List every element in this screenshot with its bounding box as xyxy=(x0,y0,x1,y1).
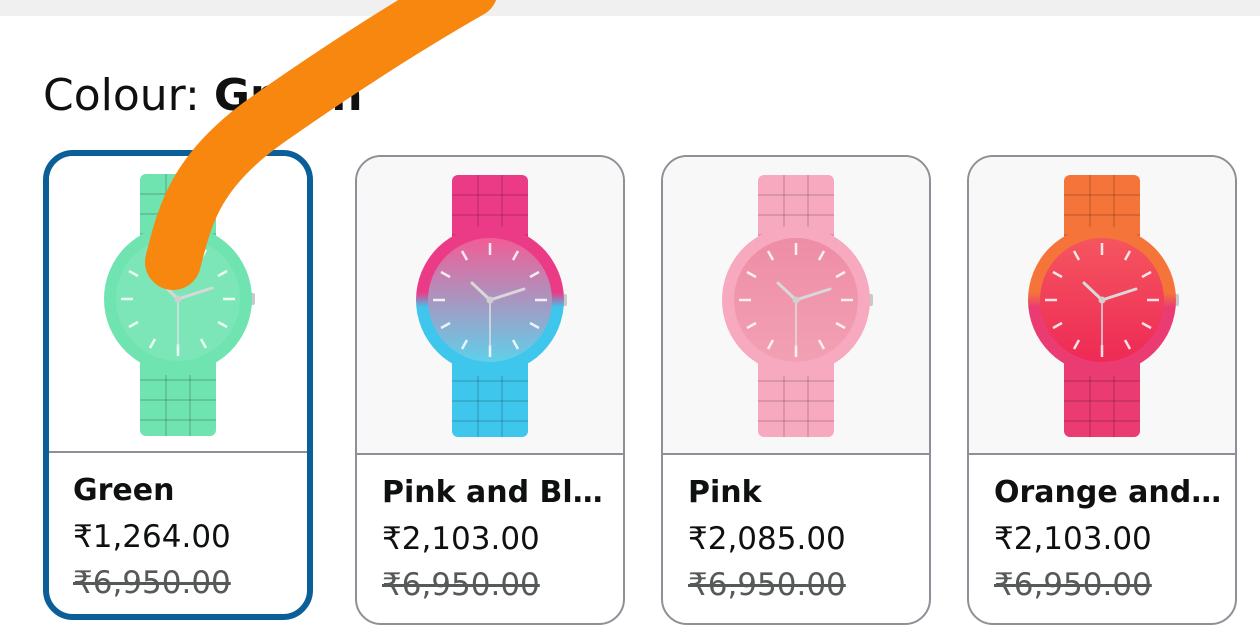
swatch-image-area xyxy=(663,157,929,455)
swatch-image-area xyxy=(969,157,1235,455)
colour-swatch-1[interactable]: Green ₹1,264.00 ₹6,950.00 xyxy=(43,150,313,620)
colour-swatch-3[interactable]: Pink ₹2,085.00 ₹6,950.00 xyxy=(661,155,931,625)
swatch-list-price: ₹6,950.00 xyxy=(382,567,540,603)
colour-swatch-2[interactable]: Pink and Blue ₹2,103.00 ₹6,950.00 xyxy=(355,155,625,625)
watch-image xyxy=(1028,175,1179,437)
swatch-price: ₹2,103.00 xyxy=(382,521,540,557)
colour-heading: Colour: Green xyxy=(43,68,363,124)
swatch-price: ₹1,264.00 xyxy=(73,519,231,555)
swatch-price: ₹2,103.00 xyxy=(994,521,1152,557)
swatch-colour-name: Pink and Blue xyxy=(382,475,612,510)
swatch-list-price: ₹6,950.00 xyxy=(688,567,846,603)
swatch-list-price: ₹6,950.00 xyxy=(73,565,231,601)
swatch-colour-name: Pink xyxy=(688,475,762,510)
swatch-colour-name: Green xyxy=(73,473,175,508)
top-divider-strip xyxy=(0,0,1260,16)
colour-label: Colour: xyxy=(43,70,214,121)
swatch-image-area xyxy=(49,156,307,453)
swatch-colour-name: Orange and... xyxy=(994,475,1224,510)
watch-image xyxy=(416,175,567,437)
selected-colour-value: Green xyxy=(213,70,363,121)
watch-image xyxy=(722,175,873,437)
swatch-image-area xyxy=(357,157,623,455)
watch-image xyxy=(104,174,255,436)
colour-swatch-4[interactable]: Orange and... ₹2,103.00 ₹6,950.00 xyxy=(967,155,1237,625)
swatch-list-price: ₹6,950.00 xyxy=(994,567,1152,603)
swatch-price: ₹2,085.00 xyxy=(688,521,846,557)
